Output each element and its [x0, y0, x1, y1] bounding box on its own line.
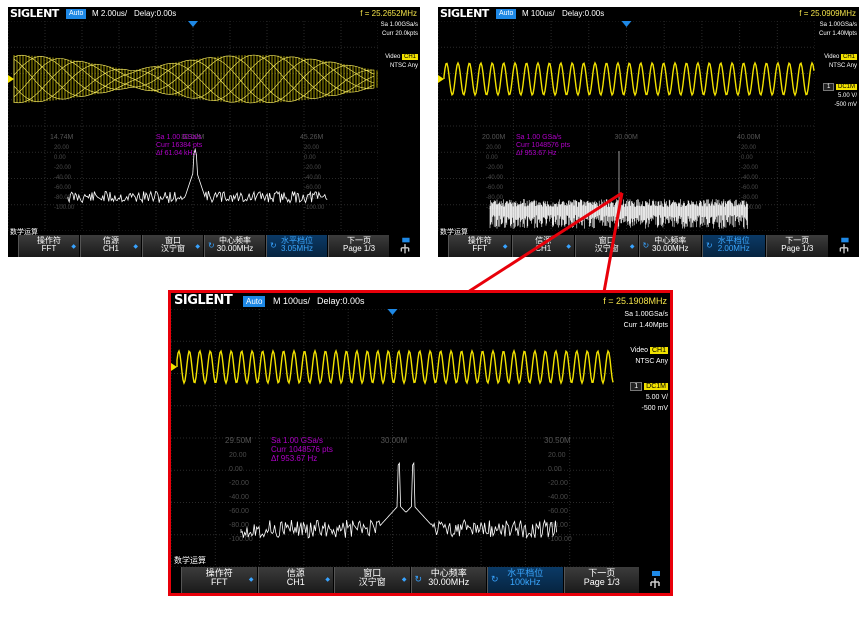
channel-offset-marker[interactable] [171, 363, 177, 371]
scope-screenshot-3-zoomed: SIGLENT Auto M 100us/ Delay:0.00s f = 25… [168, 290, 673, 596]
softkey-button-4[interactable]: 中心频率 30.00MHz ↻ [410, 567, 486, 593]
vertical-scale: 5.00 V/ [645, 394, 668, 401]
db-label-left: -40.00 [229, 494, 249, 501]
fft-df-readout: Δf 953.67 Hz [271, 454, 317, 463]
top-status-bar: SIGLENT Auto M 100us/ Delay:0.00s f = 25… [171, 293, 670, 309]
channel-coupling[interactable]: DC1M [644, 383, 668, 390]
menu-arrow-icon: ◆ [248, 577, 254, 584]
menu-arrow-icon: ◆ [325, 577, 330, 584]
usb-network-icon [640, 567, 670, 593]
math-menu-title: 数学运算 [174, 556, 206, 565]
softkey-label-value: FFT [211, 577, 228, 588]
trigger-position-marker[interactable] [387, 309, 398, 315]
memory-depth: Curr 1.40Mpts [623, 322, 668, 329]
fft-info: Sa 1.00 GSa/sCurr 1048576 ptsΔf 953.67 H… [271, 436, 333, 463]
ch1-waveform [176, 348, 614, 386]
fft-sa-readout: Sa 1.00 GSa/s [271, 436, 323, 445]
db-label-right: 20.00 [548, 452, 566, 459]
trigger-standard: NTSC [635, 358, 655, 365]
channel-number[interactable]: 1 [630, 382, 643, 391]
trigger-source[interactable]: CH1 [649, 347, 668, 354]
softkey-menu: 操作符 FFT ◆ 信源 CH1 ◆ 窗口 汉宁窗 ◆ 中心频率 30.00MHz ↻ 水平档位 100k… [171, 567, 670, 593]
db-label-right: -40.00 [548, 494, 568, 501]
freq-center-label: 30.00M [381, 436, 408, 445]
softkey-label-value: 30.00MHz [428, 577, 470, 588]
waveform-display[interactable]: 29.50M 30.00M 30.50M 20.00 20.00 0.00 0.00 -20.… [171, 309, 614, 567]
db-label-right: -100.00 [548, 536, 572, 543]
db-label-right: -60.00 [548, 508, 568, 515]
frequency-readout: f = 25.1908MHz [603, 296, 667, 306]
siglent-logo: SIGLENT [174, 293, 233, 308]
softkey-button-2[interactable]: 信源 CH1 ◆ [257, 567, 333, 593]
menu-arrow-icon: ◆ [401, 577, 407, 584]
softkey-label-value: 100kHz [509, 577, 541, 588]
vertical-offset: -500 mV [641, 405, 668, 412]
fft-curr-readout: Curr 1048576 pts [271, 445, 333, 454]
knob-rotate-icon: ↻ [491, 573, 499, 584]
db-label-left: -20.00 [229, 480, 249, 487]
freq-left-label: 29.50M [225, 436, 252, 445]
db-label-left: -100.00 [229, 536, 253, 543]
freq-right-label: 30.50M [544, 436, 571, 445]
db-label-left: -60.00 [229, 508, 249, 515]
fft-spectrum [240, 461, 557, 539]
softkey-button-1[interactable]: 操作符 FFT ◆ [181, 567, 257, 593]
softkey-label-value: 汉宁窗 [358, 577, 386, 588]
softkey-label-value: Page 1/3 [583, 577, 620, 588]
delay-readout: Delay:0.00s [317, 296, 365, 306]
trigger-type: Video [630, 347, 649, 354]
db-label-right: 0.00 [548, 466, 562, 473]
sample-rate: Sa 1.00GSa/s [624, 311, 668, 318]
timebase-readout: M 100us/ [273, 296, 311, 306]
db-label-left: -80.00 [229, 522, 249, 529]
knob-rotate-icon: ↻ [414, 573, 423, 584]
trigger-mode-badge[interactable]: Auto [243, 296, 266, 307]
softkey-button-3[interactable]: 窗口 汉宁窗 ◆ [334, 567, 410, 593]
softkey-button-5[interactable]: 水平档位 100kHz ↻ [487, 567, 563, 593]
softkey-button-6[interactable]: 下一页 Page 1/3 [563, 567, 639, 593]
db-label-left: 0.00 [229, 466, 243, 473]
trigger-any: Any [655, 358, 668, 365]
db-label-left: 20.00 [229, 452, 247, 459]
softkey-label-value: CH1 [286, 577, 305, 588]
right-info-panel: Sa 1.00GSa/s Curr 1.40Mpts Video CH1 NTS… [614, 309, 670, 569]
db-label-right: -20.00 [548, 480, 568, 487]
